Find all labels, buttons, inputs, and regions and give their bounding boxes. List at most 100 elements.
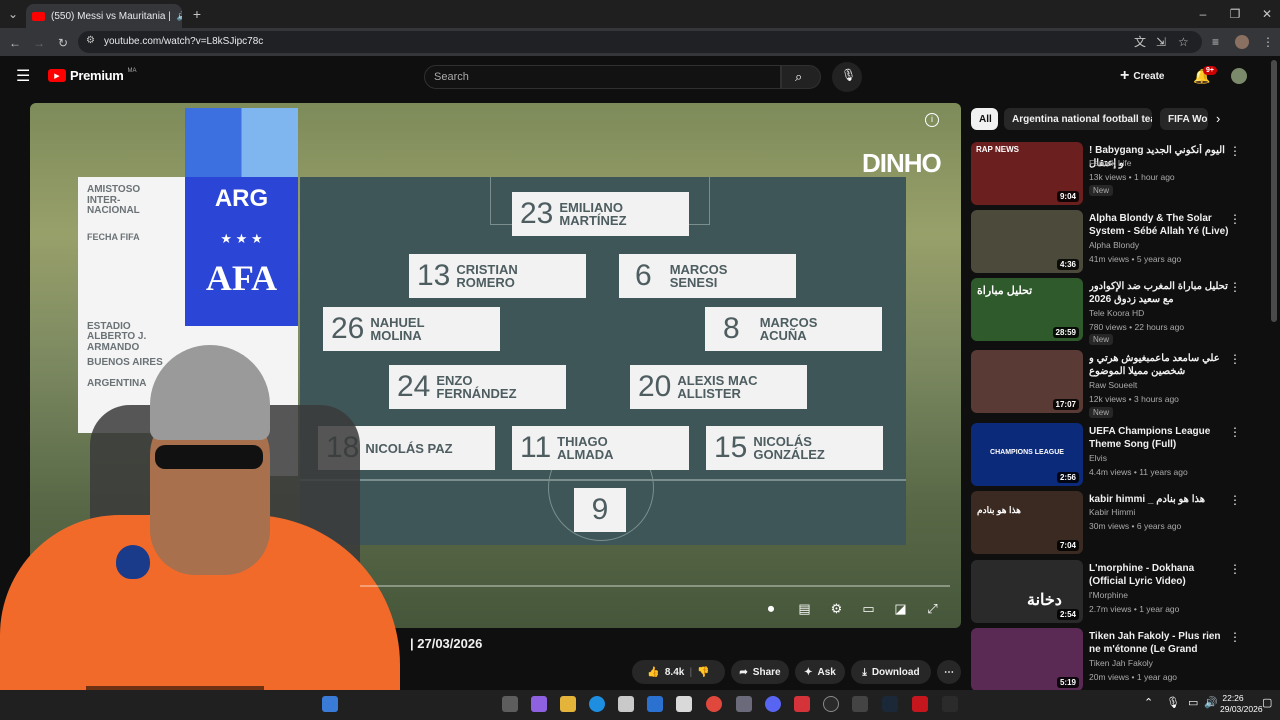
- channel-name[interactable]: Tele Koora HD: [1089, 308, 1144, 318]
- search-input[interactable]: Search: [424, 65, 781, 89]
- new-tab-button[interactable]: +: [190, 7, 204, 21]
- chevron-right-icon[interactable]: ›: [1216, 112, 1220, 125]
- channel-name[interactable]: l'Morphine: [1089, 590, 1128, 600]
- settings-icon[interactable]: ⚙: [827, 599, 846, 618]
- recommendation-item[interactable]: 17:07 علي سامعد ماعمبغيوش هرتي و شخصين م…: [971, 350, 1261, 418]
- video-title[interactable]: علي سامعد ماعمبغيوش هرتي و شخصين مميلا ا…: [1089, 352, 1229, 378]
- edge-icon[interactable]: [589, 696, 605, 712]
- chip-argentina[interactable]: Argentina national football team: [1004, 108, 1152, 130]
- reading-list-icon[interactable]: ≡: [1212, 36, 1219, 48]
- video-title[interactable]: L'morphine - Dokhana (Official Lyric Vid…: [1089, 562, 1229, 588]
- app-icon-4[interactable]: [942, 696, 958, 712]
- like-button[interactable]: 👍 8.4k: [647, 667, 684, 678]
- obs-icon[interactable]: [823, 696, 839, 712]
- tray-chevron-icon[interactable]: ⌃: [1144, 698, 1153, 709]
- install-icon[interactable]: ⇲: [1156, 36, 1166, 48]
- steam-icon[interactable]: [882, 696, 898, 712]
- video-thumbnail[interactable]: 4:36: [971, 210, 1083, 273]
- cast-icon[interactable]: ◪: [891, 599, 910, 618]
- browser-menu-icon[interactable]: ⋮: [1262, 36, 1274, 48]
- page-scrollbar[interactable]: [1271, 60, 1277, 322]
- video-title[interactable]: تحليل مباراة المغرب ضد الإكوادور مع سعيد…: [1089, 280, 1229, 306]
- video-thumbnail[interactable]: هذا هو بنادم 7:04: [971, 491, 1083, 554]
- recommendation-item[interactable]: CHAMPIONS LEAGUE 2:56 UEFA Champions Leag…: [971, 423, 1261, 487]
- channel-name[interactable]: Raw Soueelt: [1089, 380, 1137, 390]
- more-options-icon[interactable]: ⋮: [1229, 425, 1241, 439]
- discord-app-icon[interactable]: [736, 696, 752, 712]
- network-icon[interactable]: ▭: [1188, 698, 1198, 709]
- window-close-icon[interactable]: ✕: [1260, 7, 1274, 21]
- recommendation-item[interactable]: 5:19 Tiken Jah Fakoly - Plus rien ne m'é…: [971, 628, 1261, 692]
- more-options-icon[interactable]: ⋮: [1229, 562, 1241, 576]
- copilot-icon[interactable]: [531, 696, 547, 712]
- more-options-icon[interactable]: ⋮: [1229, 212, 1241, 226]
- ask-button[interactable]: ✦ Ask: [795, 660, 845, 684]
- outlook-icon[interactable]: [647, 696, 663, 712]
- bookmark-star-icon[interactable]: ☆: [1178, 36, 1189, 48]
- autoplay-toggle[interactable]: ⏺: [760, 599, 782, 618]
- app-icon-3[interactable]: [912, 696, 928, 712]
- discord-icon[interactable]: [765, 696, 781, 712]
- more-options-icon[interactable]: ⋮: [1229, 630, 1241, 644]
- minimize-icon[interactable]: –: [1196, 7, 1210, 21]
- start-icon[interactable]: [322, 696, 338, 712]
- recommendation-item[interactable]: تحليل مباراة 28:59 تحليل مباراة المغرب ضد…: [971, 278, 1261, 345]
- translate-icon[interactable]: 文: [1134, 36, 1146, 48]
- site-info-icon[interactable]: ⚙: [86, 36, 95, 46]
- reload-icon[interactable]: ↻: [56, 36, 70, 50]
- fullscreen-icon[interactable]: ⤢: [923, 599, 942, 618]
- more-options-icon[interactable]: ⋮: [1229, 144, 1241, 158]
- more-options-icon[interactable]: ⋮: [1229, 280, 1241, 294]
- info-icon[interactable]: i: [925, 113, 939, 127]
- recommendation-item[interactable]: دخانة 2:54 L'morphine - Dokhana (Official…: [971, 560, 1261, 624]
- theater-mode-icon[interactable]: ▭: [859, 599, 878, 618]
- video-title[interactable]: UEFA Champions League Theme Song (Full): [1089, 425, 1229, 451]
- notifications-tray-icon[interactable]: ▢: [1262, 698, 1272, 709]
- file-explorer-icon[interactable]: [560, 696, 576, 712]
- recommendation-item[interactable]: هذا هو بنادم 7:04 kabir himmi _ هذا هو بن…: [971, 491, 1261, 555]
- youtube-logo[interactable]: ▶ Premium MA: [48, 68, 137, 83]
- more-options-icon[interactable]: ⋮: [1229, 352, 1241, 366]
- hamburger-menu-icon[interactable]: ☰: [16, 69, 30, 85]
- adobe-icon[interactable]: [794, 696, 810, 712]
- channel-name[interactable]: Farouk Life: [1089, 158, 1132, 168]
- video-thumbnail[interactable]: 17:07: [971, 350, 1083, 413]
- profile-avatar[interactable]: [1235, 35, 1249, 49]
- video-thumbnail[interactable]: تحليل مباراة 28:59: [971, 278, 1083, 341]
- maximize-icon[interactable]: ❐: [1228, 7, 1242, 21]
- thumbs-down-icon[interactable]: 👎: [697, 667, 709, 678]
- channel-name[interactable]: Tiken Jah Fakoly: [1089, 658, 1153, 668]
- clock[interactable]: 22:26 29/03/2026: [1220, 693, 1263, 715]
- download-button[interactable]: ⤓ Download: [851, 660, 931, 684]
- forward-icon[interactable]: →: [32, 36, 46, 50]
- channel-name[interactable]: Kabir Himmi: [1089, 507, 1135, 517]
- video-thumbnail[interactable]: RAP NEWS 9:04: [971, 142, 1083, 205]
- recommendation-item[interactable]: 4:36 Alpha Blondy & The Solar System - S…: [971, 210, 1261, 274]
- video-thumbnail[interactable]: CHAMPIONS LEAGUE 2:56: [971, 423, 1083, 486]
- channel-name[interactable]: Elvis: [1089, 453, 1107, 463]
- subtitles-icon[interactable]: ▤: [795, 599, 814, 618]
- voice-search-button[interactable]: 🎙: [832, 62, 862, 92]
- search-button[interactable]: ⌕: [781, 65, 821, 89]
- mic-tray-icon[interactable]: 🎙: [1166, 698, 1180, 709]
- back-icon[interactable]: ←: [8, 36, 22, 50]
- video-title[interactable]: kabir himmi _ هذا هو بنادم: [1089, 493, 1229, 506]
- share-button[interactable]: ➦ Share: [731, 660, 789, 684]
- account-avatar[interactable]: [1231, 68, 1247, 84]
- task-view-icon[interactable]: [502, 696, 518, 712]
- create-button[interactable]: + Create: [1120, 64, 1178, 88]
- store-icon[interactable]: [618, 696, 634, 712]
- video-thumbnail[interactable]: دخانة 2:54: [971, 560, 1083, 623]
- chrome-icon[interactable]: [706, 696, 722, 712]
- browser-tab[interactable]: (550) Messi vs Mauritania | 🔊 ✕: [26, 4, 182, 28]
- volume-icon[interactable]: 🔊: [1204, 698, 1218, 709]
- video-title[interactable]: Alpha Blondy & The Solar System - Sébé A…: [1089, 212, 1229, 238]
- chip-fifa[interactable]: FIFA Wo: [1160, 108, 1208, 130]
- address-bar[interactable]: ⚙ youtube.com/watch?v=L8kSJipc78c 文 ⇲ ☆: [78, 31, 1202, 53]
- progress-bar[interactable]: [360, 585, 950, 587]
- chip-all[interactable]: All: [971, 108, 998, 130]
- video-title[interactable]: Tiken Jah Fakoly - Plus rien ne m'étonne…: [1089, 630, 1229, 656]
- tab-audio-icon[interactable]: 🔊: [177, 11, 182, 21]
- video-thumbnail[interactable]: 5:19: [971, 628, 1083, 691]
- recommendation-item[interactable]: RAP NEWS 9:04 ! Babygang اليوم أنكوني الج…: [971, 142, 1261, 206]
